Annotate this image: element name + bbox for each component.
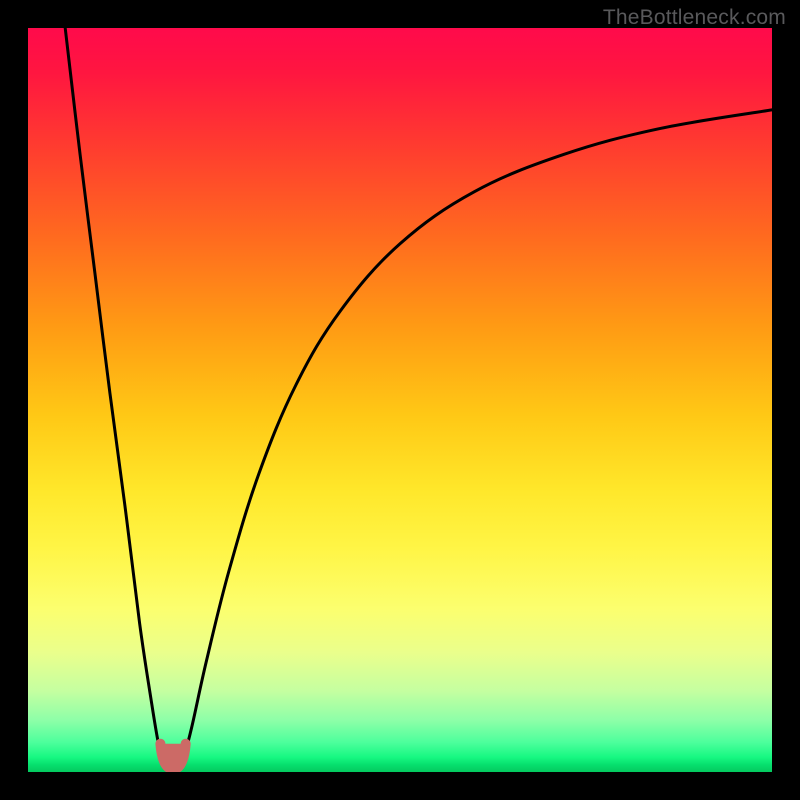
chart-svg <box>28 28 772 772</box>
optimal-marker-icon <box>160 744 185 769</box>
outer-frame: TheBottleneck.com <box>0 0 800 800</box>
curve-left-branch <box>65 28 164 765</box>
plot-area <box>28 28 772 772</box>
curve-right-branch <box>182 110 772 765</box>
watermark-text: TheBottleneck.com <box>603 6 786 30</box>
